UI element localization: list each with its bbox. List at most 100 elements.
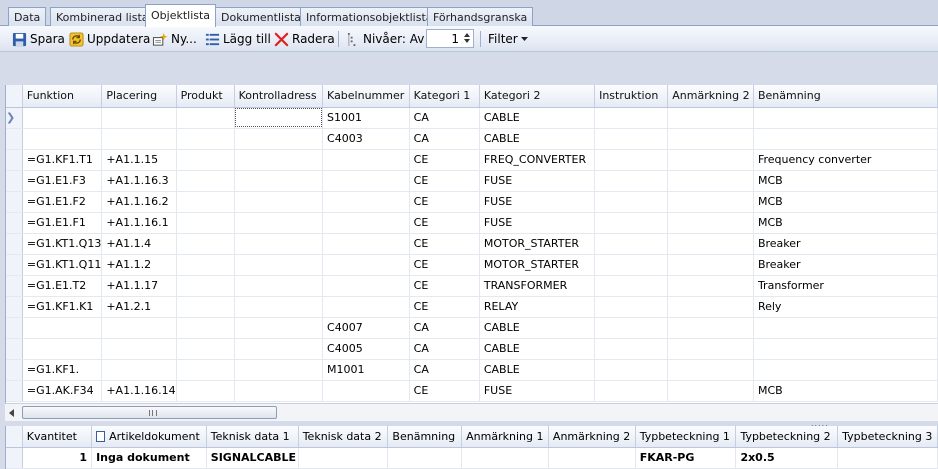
update-button[interactable]: Uppdatera: [69, 30, 150, 48]
cell-funktion[interactable]: =G1.E1.T2: [22, 275, 103, 297]
cell-kategori-2[interactable]: FUSE: [479, 212, 596, 234]
cell-kontrolladress[interactable]: [234, 338, 324, 360]
cell-anmarkning-2[interactable]: [667, 359, 754, 381]
new-button[interactable]: Ny...: [152, 30, 197, 48]
cell-kontrolladress[interactable]: [234, 359, 324, 381]
row-header[interactable]: [6, 212, 23, 234]
cell-kontrolladress[interactable]: [234, 170, 324, 192]
cell-produkt[interactable]: [176, 317, 235, 339]
cell-produkt[interactable]: [176, 380, 235, 402]
cell-anmarkning-2[interactable]: [667, 107, 754, 129]
table-row[interactable]: C4007 CA CABLE: [6, 317, 938, 339]
cell-benamning[interactable]: Frequency converter: [753, 149, 938, 171]
detail-cell-kvantitet[interactable]: 1: [22, 447, 93, 469]
cell-anmarkning-2[interactable]: [667, 338, 754, 360]
cell-funktion[interactable]: [22, 128, 103, 150]
tab-dokumentlista[interactable]: Dokumentlista: [215, 7, 307, 26]
cell-placering[interactable]: [101, 317, 177, 339]
detail-column-typbeteckning-2[interactable]: Typbeteckning 2: [735, 426, 839, 448]
detail-column-teknisk-data-1[interactable]: Teknisk data 1: [206, 426, 299, 448]
cell-kontrolladress[interactable]: [234, 317, 324, 339]
column-header-produkt[interactable]: Produkt: [176, 85, 235, 108]
cell-kategori-2[interactable]: CABLE: [479, 338, 596, 360]
cell-funktion[interactable]: =G1.KF1.T1: [22, 149, 103, 171]
cell-kabelnummer[interactable]: [322, 296, 410, 318]
cell-kategori-1[interactable]: CE: [409, 254, 480, 276]
cell-instruktion[interactable]: [594, 254, 669, 276]
cell-kategori-1[interactable]: CE: [409, 212, 480, 234]
cell-produkt[interactable]: [176, 254, 235, 276]
cell-placering[interactable]: +A1.1.16.2: [101, 191, 177, 213]
cell-produkt[interactable]: [176, 212, 235, 234]
row-header[interactable]: [6, 233, 23, 255]
cell-kategori-1[interactable]: CA: [409, 128, 480, 150]
scroll-thumb[interactable]: [22, 406, 277, 419]
cell-benamning[interactable]: [753, 128, 938, 150]
detail-column-anmarkning-1[interactable]: Anmärkning 1: [461, 426, 549, 448]
column-header-placering[interactable]: Placering: [101, 85, 177, 108]
detail-cell-typbeteckning-2[interactable]: 2x0.5: [735, 447, 839, 469]
spinner-arrows[interactable]: [462, 31, 472, 46]
cell-instruktion[interactable]: [594, 149, 669, 171]
column-header-kontrolladress[interactable]: Kontrolladress: [234, 85, 324, 108]
cell-placering[interactable]: +A1.1.16.1: [101, 212, 177, 234]
cell-kontrolladress[interactable]: [234, 233, 324, 255]
cell-kabelnummer[interactable]: [322, 275, 410, 297]
cell-kontrolladress[interactable]: [234, 128, 324, 150]
table-row[interactable]: =G1.KT1.Q11 +A1.1.2 CE MOTOR_STARTER Breaker: [6, 254, 938, 276]
cell-kategori-1[interactable]: CA: [409, 317, 480, 339]
cell-anmarkning-2[interactable]: [667, 170, 754, 192]
cell-funktion[interactable]: =G1.KT1.Q11: [22, 254, 103, 276]
cell-kategori-2[interactable]: TRANSFORMER: [479, 275, 596, 297]
cell-anmarkning-2[interactable]: [667, 128, 754, 150]
cell-benamning[interactable]: [753, 338, 938, 360]
cell-instruktion[interactable]: [594, 191, 669, 213]
cell-anmarkning-2[interactable]: [667, 149, 754, 171]
cell-anmarkning-2[interactable]: [667, 380, 754, 402]
detail-column-anmarkning-2[interactable]: Anmärkning 2: [548, 426, 636, 448]
cell-funktion[interactable]: =G1.KF1.K1: [22, 296, 103, 318]
table-row[interactable]: =G1.E1.F1 +A1.1.16.1 CE FUSE MCB: [6, 212, 938, 234]
tab-informationsobjektlista[interactable]: Informationsobjektlista: [300, 7, 439, 26]
cell-kabelnummer[interactable]: [322, 170, 410, 192]
cell-produkt[interactable]: [176, 338, 235, 360]
cell-funktion[interactable]: [22, 338, 103, 360]
cell-kabelnummer[interactable]: M1001: [322, 359, 410, 381]
cell-kategori-2[interactable]: RELAY: [479, 296, 596, 318]
row-header[interactable]: [6, 191, 23, 213]
cell-benamning[interactable]: [753, 107, 938, 129]
cell-kategori-2[interactable]: MOTOR_STARTER: [479, 254, 596, 276]
cell-kategori-1[interactable]: CE: [409, 233, 480, 255]
cell-kabelnummer[interactable]: [322, 254, 410, 276]
cell-kabelnummer[interactable]: [322, 191, 410, 213]
cell-instruktion[interactable]: [594, 212, 669, 234]
cell-produkt[interactable]: [176, 275, 235, 297]
cell-anmarkning-2[interactable]: [667, 212, 754, 234]
cell-funktion[interactable]: =G1.KF1.: [22, 359, 103, 381]
row-header[interactable]: [6, 149, 23, 171]
row-header[interactable]: [6, 128, 23, 150]
table-row[interactable]: =G1.KF1. M1001 CA CABLE: [6, 359, 938, 381]
row-header[interactable]: [6, 338, 23, 360]
cell-kategori-1[interactable]: CE: [409, 149, 480, 171]
cell-kategori-1[interactable]: CA: [409, 338, 480, 360]
cell-benamning[interactable]: MCB: [753, 380, 938, 402]
tab-forhandsgranska[interactable]: Förhandsgranska: [427, 7, 534, 26]
cell-produkt[interactable]: [176, 107, 235, 129]
cell-placering[interactable]: +A1.1.4: [101, 233, 177, 255]
cell-kabelnummer[interactable]: C4005: [322, 338, 410, 360]
cell-instruktion[interactable]: [594, 275, 669, 297]
column-header-kabelnummer[interactable]: Kabelnummer: [322, 85, 410, 108]
detail-column-benamning[interactable]: Benämning: [387, 426, 463, 448]
horizontal-scrollbar[interactable]: [5, 403, 938, 421]
spinner-up-icon[interactable]: [464, 33, 470, 37]
detail-column-teknisk-data-2[interactable]: Teknisk data 2: [298, 426, 389, 448]
table-row[interactable]: C4003 CA CABLE: [6, 128, 938, 150]
cell-produkt[interactable]: [176, 233, 235, 255]
cell-benamning[interactable]: MCB: [753, 191, 938, 213]
cell-kabelnummer[interactable]: S1001: [322, 107, 410, 129]
cell-instruktion[interactable]: [594, 317, 669, 339]
cell-instruktion[interactable]: [594, 359, 669, 381]
cell-instruktion[interactable]: [594, 233, 669, 255]
cell-kategori-1[interactable]: CE: [409, 170, 480, 192]
